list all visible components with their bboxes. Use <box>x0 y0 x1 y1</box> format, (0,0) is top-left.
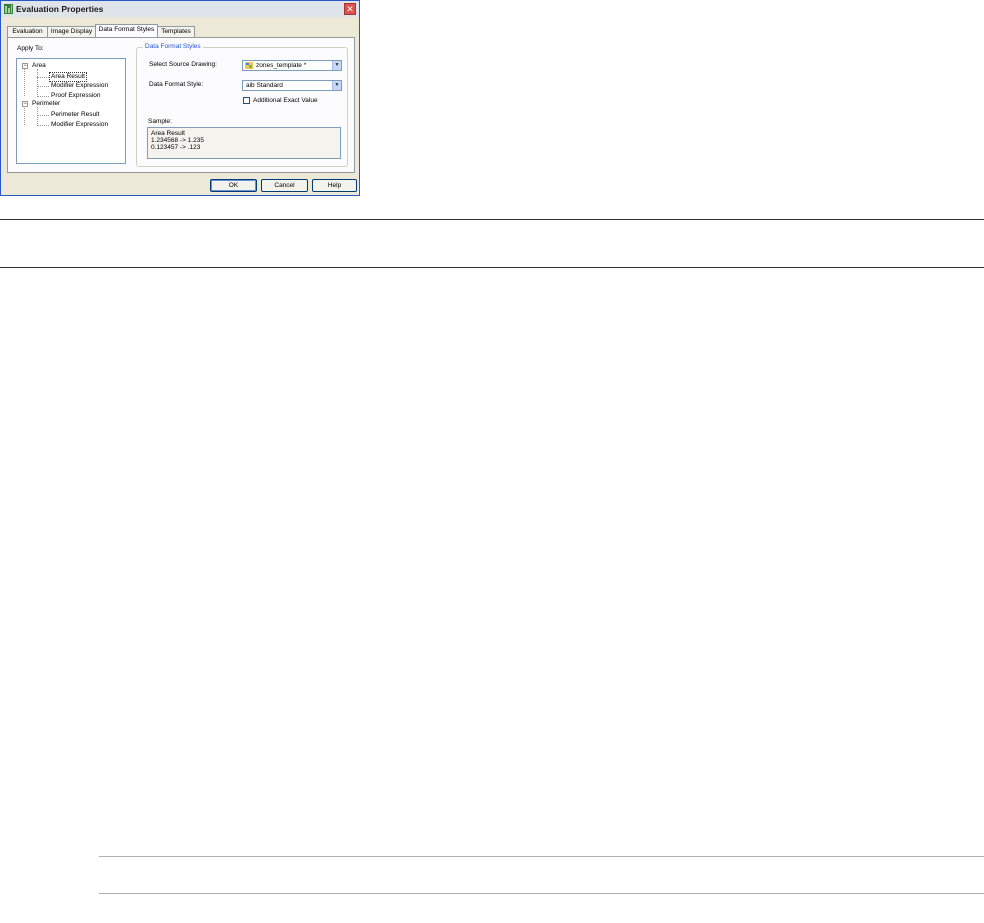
divider <box>99 893 984 894</box>
format-style-select[interactable]: aib Standard ▼ <box>242 80 342 91</box>
apply-to-label: Apply To: <box>17 45 44 52</box>
tree-line <box>24 106 25 125</box>
sample-preview: Area Result 1.234568 -> 1.235 0.123457 -… <box>147 127 341 159</box>
tree-line <box>37 107 38 126</box>
collapse-icon[interactable]: − <box>22 101 28 107</box>
additional-exact-label: Additional Exact Value <box>253 97 318 104</box>
apply-to-tree[interactable]: − Area Area Result Modifier Expression P… <box>16 58 126 164</box>
tab-image-display[interactable]: Image Display <box>47 26 96 37</box>
tree-item-perimeter[interactable]: Perimeter <box>32 100 60 108</box>
data-format-styles-group: Data Format Styles Select Source Drawing… <box>136 43 348 167</box>
drawing-icon <box>245 62 253 69</box>
chevron-down-icon[interactable]: ▼ <box>332 61 341 70</box>
format-style-label: Data Format Style: <box>149 81 204 88</box>
dialog-title: Evaluation Properties <box>16 4 104 14</box>
tree-line <box>37 86 49 87</box>
tree-item-proof-expression[interactable]: Proof Expression <box>51 92 101 100</box>
source-drawing-label: Select Source Drawing: <box>149 61 217 68</box>
tree-line <box>37 69 38 97</box>
divider <box>0 219 984 220</box>
app-icon <box>4 4 13 14</box>
tree-line <box>37 77 49 78</box>
close-button[interactable]: ✕ <box>344 3 356 15</box>
tree-item-area[interactable]: Area <box>32 62 46 70</box>
tree-item-area-result[interactable]: Area Result <box>49 72 87 82</box>
sample-line: 1.234568 -> 1.235 <box>151 137 204 144</box>
tab-templates[interactable]: Templates <box>157 26 195 37</box>
sample-label: Sample: <box>148 118 172 125</box>
tab-evaluation[interactable]: Evaluation <box>7 26 48 37</box>
tree-item-perimeter-modifier-expression[interactable]: Modifier Expression <box>51 121 108 129</box>
tree-line <box>37 115 49 116</box>
additional-exact-checkbox[interactable] <box>243 97 250 104</box>
close-icon: ✕ <box>346 4 354 14</box>
format-style-value: aib Standard <box>246 82 283 89</box>
tree-line <box>37 125 49 126</box>
divider <box>0 267 984 268</box>
help-button[interactable]: Help <box>312 179 357 192</box>
tab-data-format-styles[interactable]: Data Format Styles <box>95 24 158 37</box>
chevron-down-icon[interactable]: ▼ <box>332 81 341 90</box>
sample-line: Area Result <box>151 130 185 137</box>
tree-item-area-modifier-expression[interactable]: Modifier Expression <box>51 82 108 90</box>
cancel-button[interactable]: Cancel <box>261 179 308 192</box>
data-format-styles-panel: Apply To: − Area Area Result Modifier Ex… <box>7 37 355 173</box>
tree-item-perimeter-result[interactable]: Perimeter Result <box>51 111 99 119</box>
tree-line <box>24 68 25 96</box>
source-drawing-select[interactable]: zones_template * ▼ <box>242 60 342 71</box>
source-drawing-value: zones_template * <box>256 62 307 69</box>
evaluation-properties-dialog: Evaluation Properties ✕ Evaluation Image… <box>0 0 360 196</box>
group-title: Data Format Styles <box>143 43 203 50</box>
ok-button[interactable]: OK <box>210 179 257 192</box>
tree-line <box>37 96 49 97</box>
divider <box>99 856 984 857</box>
sample-line: 0.123457 -> .123 <box>151 144 201 151</box>
collapse-icon[interactable]: − <box>22 63 28 69</box>
title-bar[interactable]: Evaluation Properties ✕ <box>1 1 359 17</box>
